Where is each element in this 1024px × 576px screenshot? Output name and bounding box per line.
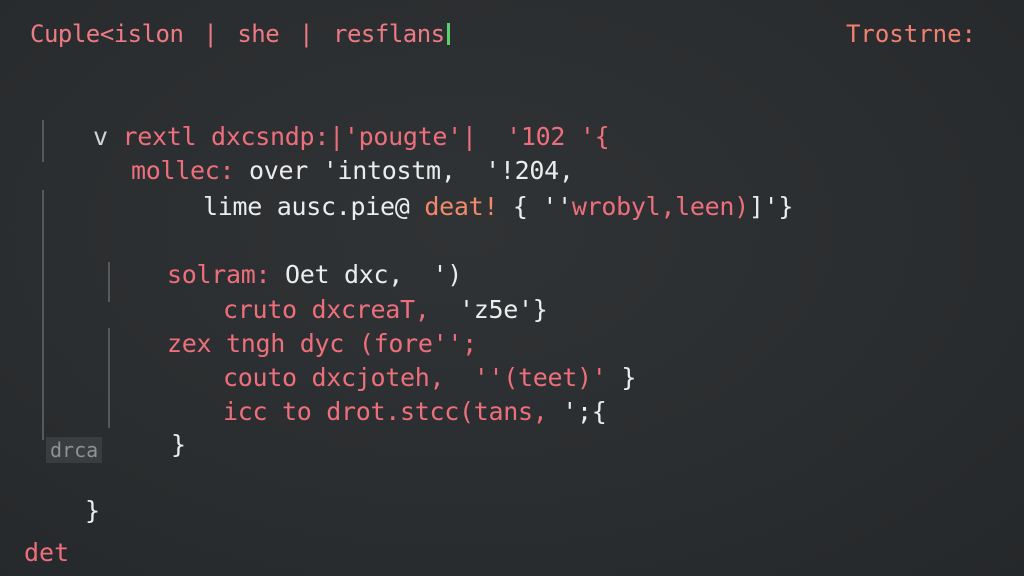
code-keyword: deat! [424, 192, 499, 221]
code-text: } [621, 363, 637, 392]
tab-title-2[interactable]: she [237, 20, 279, 48]
code-keyword: icc to drot.stcc(tans, [223, 397, 548, 426]
editor-screen: Cuple<islon | she | resflans Trostrne: v… [0, 0, 1024, 576]
tab-separator: | [203, 20, 218, 48]
tab-separator: | [299, 20, 314, 48]
status-label: Trostrne: [845, 20, 976, 48]
code-text: lime ausc.pie@ [203, 192, 410, 221]
inline-hint-badge: drca [46, 437, 103, 463]
code-line-9[interactable]: } [112, 400, 186, 490]
code-line-8[interactable]: icc to drot.stcc(tans, ';{ [164, 367, 607, 457]
indent-guide [42, 190, 44, 440]
code-string: wrobyl,leen) [571, 192, 749, 221]
footer-text: det [24, 538, 70, 567]
code-text: ';{ [547, 397, 607, 426]
code-text: ]'} [748, 192, 794, 221]
tab-title-1[interactable]: Cuple<islon [30, 20, 184, 48]
code-text: } [171, 430, 186, 459]
code-text: { '' [512, 192, 572, 221]
code-text: } [85, 496, 100, 525]
tab-title-3[interactable]: resflans [333, 20, 445, 48]
editor-tab-bar: Cuple<islon | she | resflans [30, 20, 450, 48]
text-cursor [446, 23, 450, 45]
